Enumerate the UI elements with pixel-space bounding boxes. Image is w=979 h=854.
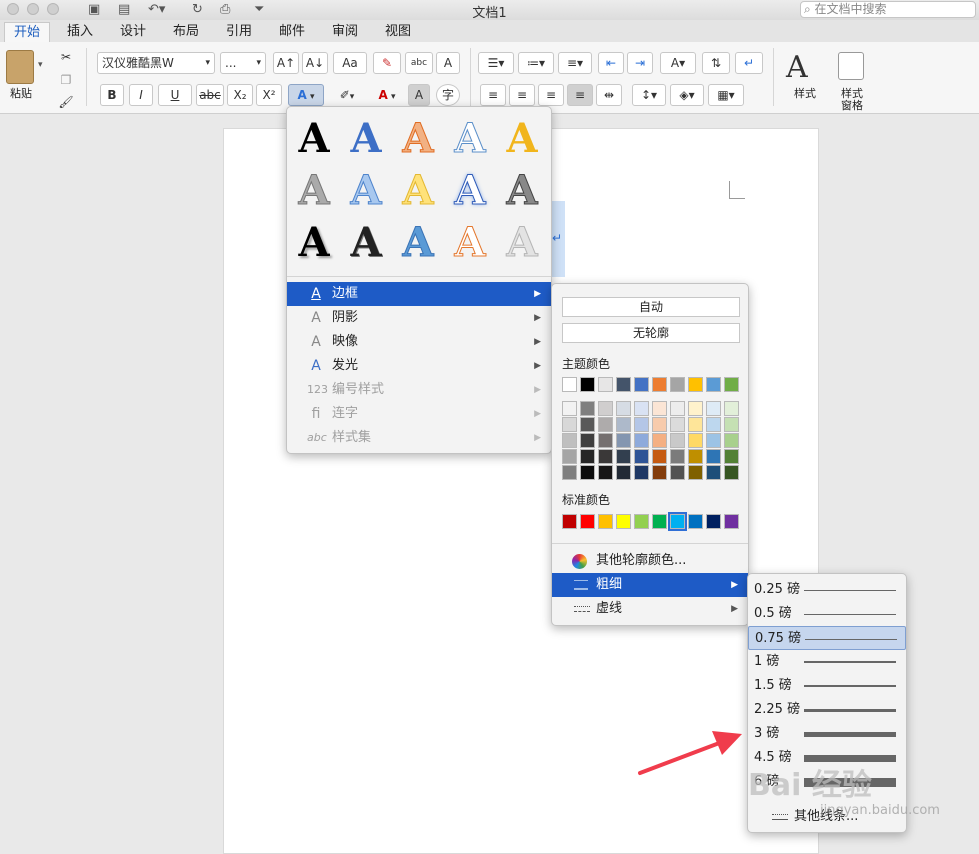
baidu-watermark-url: jingyan.baidu.com	[820, 803, 940, 818]
baidu-watermark: Bai 经验	[748, 768, 872, 803]
annotation-arrow-icon	[638, 731, 742, 775]
